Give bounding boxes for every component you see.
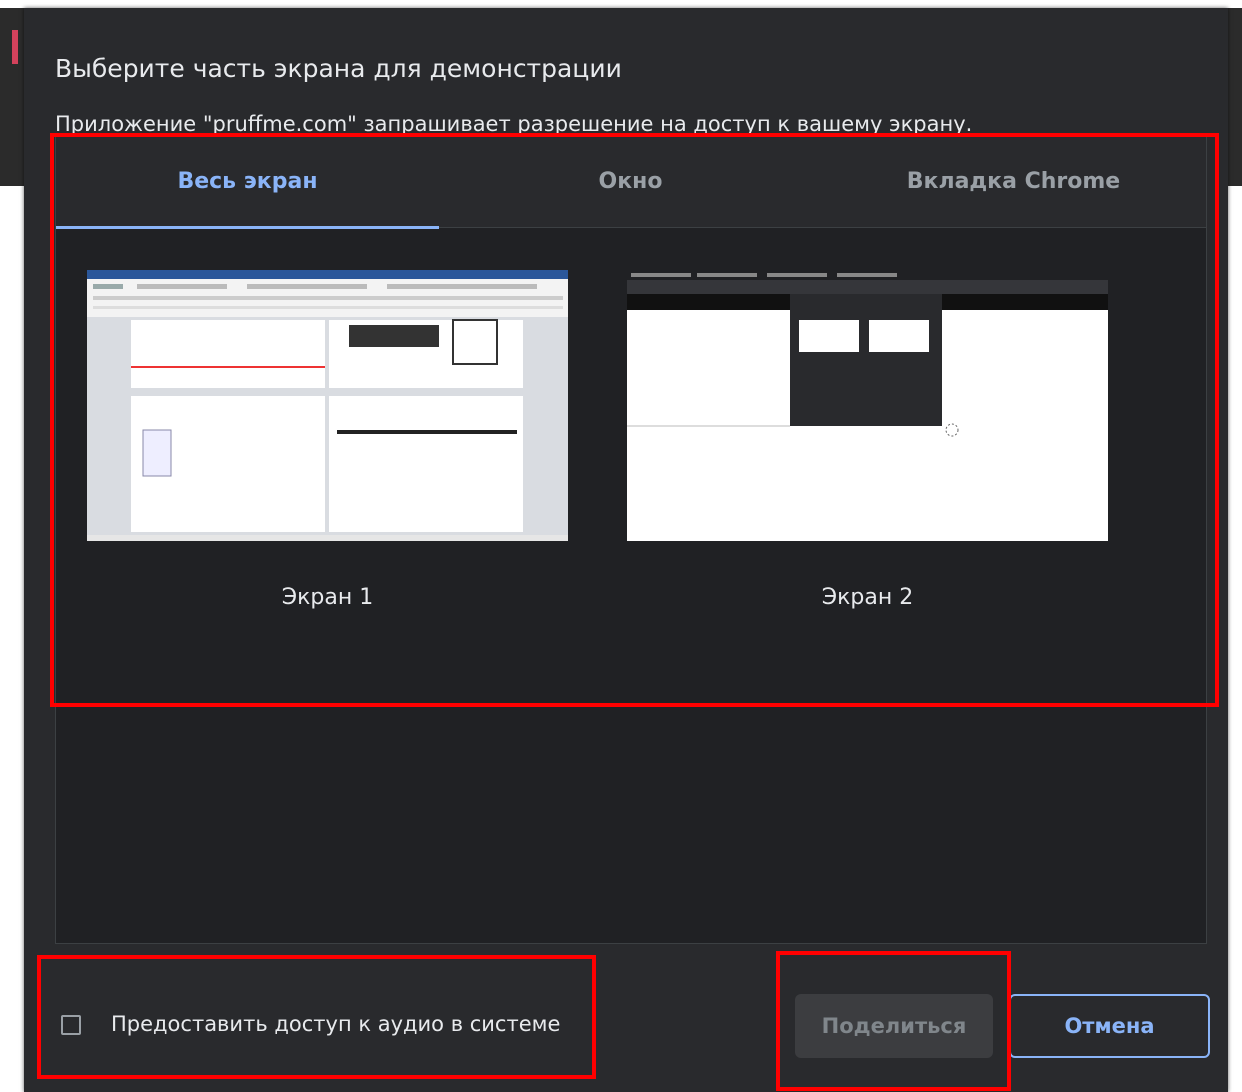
cancel-button[interactable]: Отмена — [1009, 994, 1210, 1058]
share-button[interactable]: Поделиться — [795, 994, 993, 1058]
audio-checkbox[interactable] — [61, 1015, 81, 1035]
screen-1-label: Экран 1 — [281, 585, 374, 610]
background-top — [0, 0, 1242, 8]
tab-chrome-tab[interactable]: Вкладка Chrome — [822, 135, 1205, 227]
background-accent — [12, 30, 18, 64]
source-panel: Весь экран Окно Вкладка Chrome Экран 1 Э… — [55, 134, 1207, 944]
tab-entire-screen[interactable]: Весь экран — [56, 135, 439, 229]
screen-1-thumbnail — [87, 270, 568, 541]
tab-bar: Весь экран Окно Вкладка Chrome — [56, 135, 1206, 229]
background-right — [1228, 8, 1242, 186]
screen-option-1[interactable]: Экран 1 — [87, 270, 568, 610]
audio-checkbox-label: Предоставить доступ к аудио в системе — [111, 1012, 561, 1036]
dialog-subtitle: Приложение "pruffme.com" запрашивает раз… — [55, 112, 973, 136]
screen-2-label: Экран 2 — [821, 585, 914, 610]
background-bottom-left — [0, 186, 24, 1092]
screen-share-dialog: Выберите часть экрана для демонстрации П… — [24, 8, 1228, 1092]
dialog-title: Выберите часть экрана для демонстрации — [55, 54, 622, 83]
screen-option-2[interactable]: Экран 2 — [627, 270, 1108, 610]
tab-window[interactable]: Окно — [439, 135, 822, 227]
screen-2-thumbnail — [627, 270, 1108, 541]
